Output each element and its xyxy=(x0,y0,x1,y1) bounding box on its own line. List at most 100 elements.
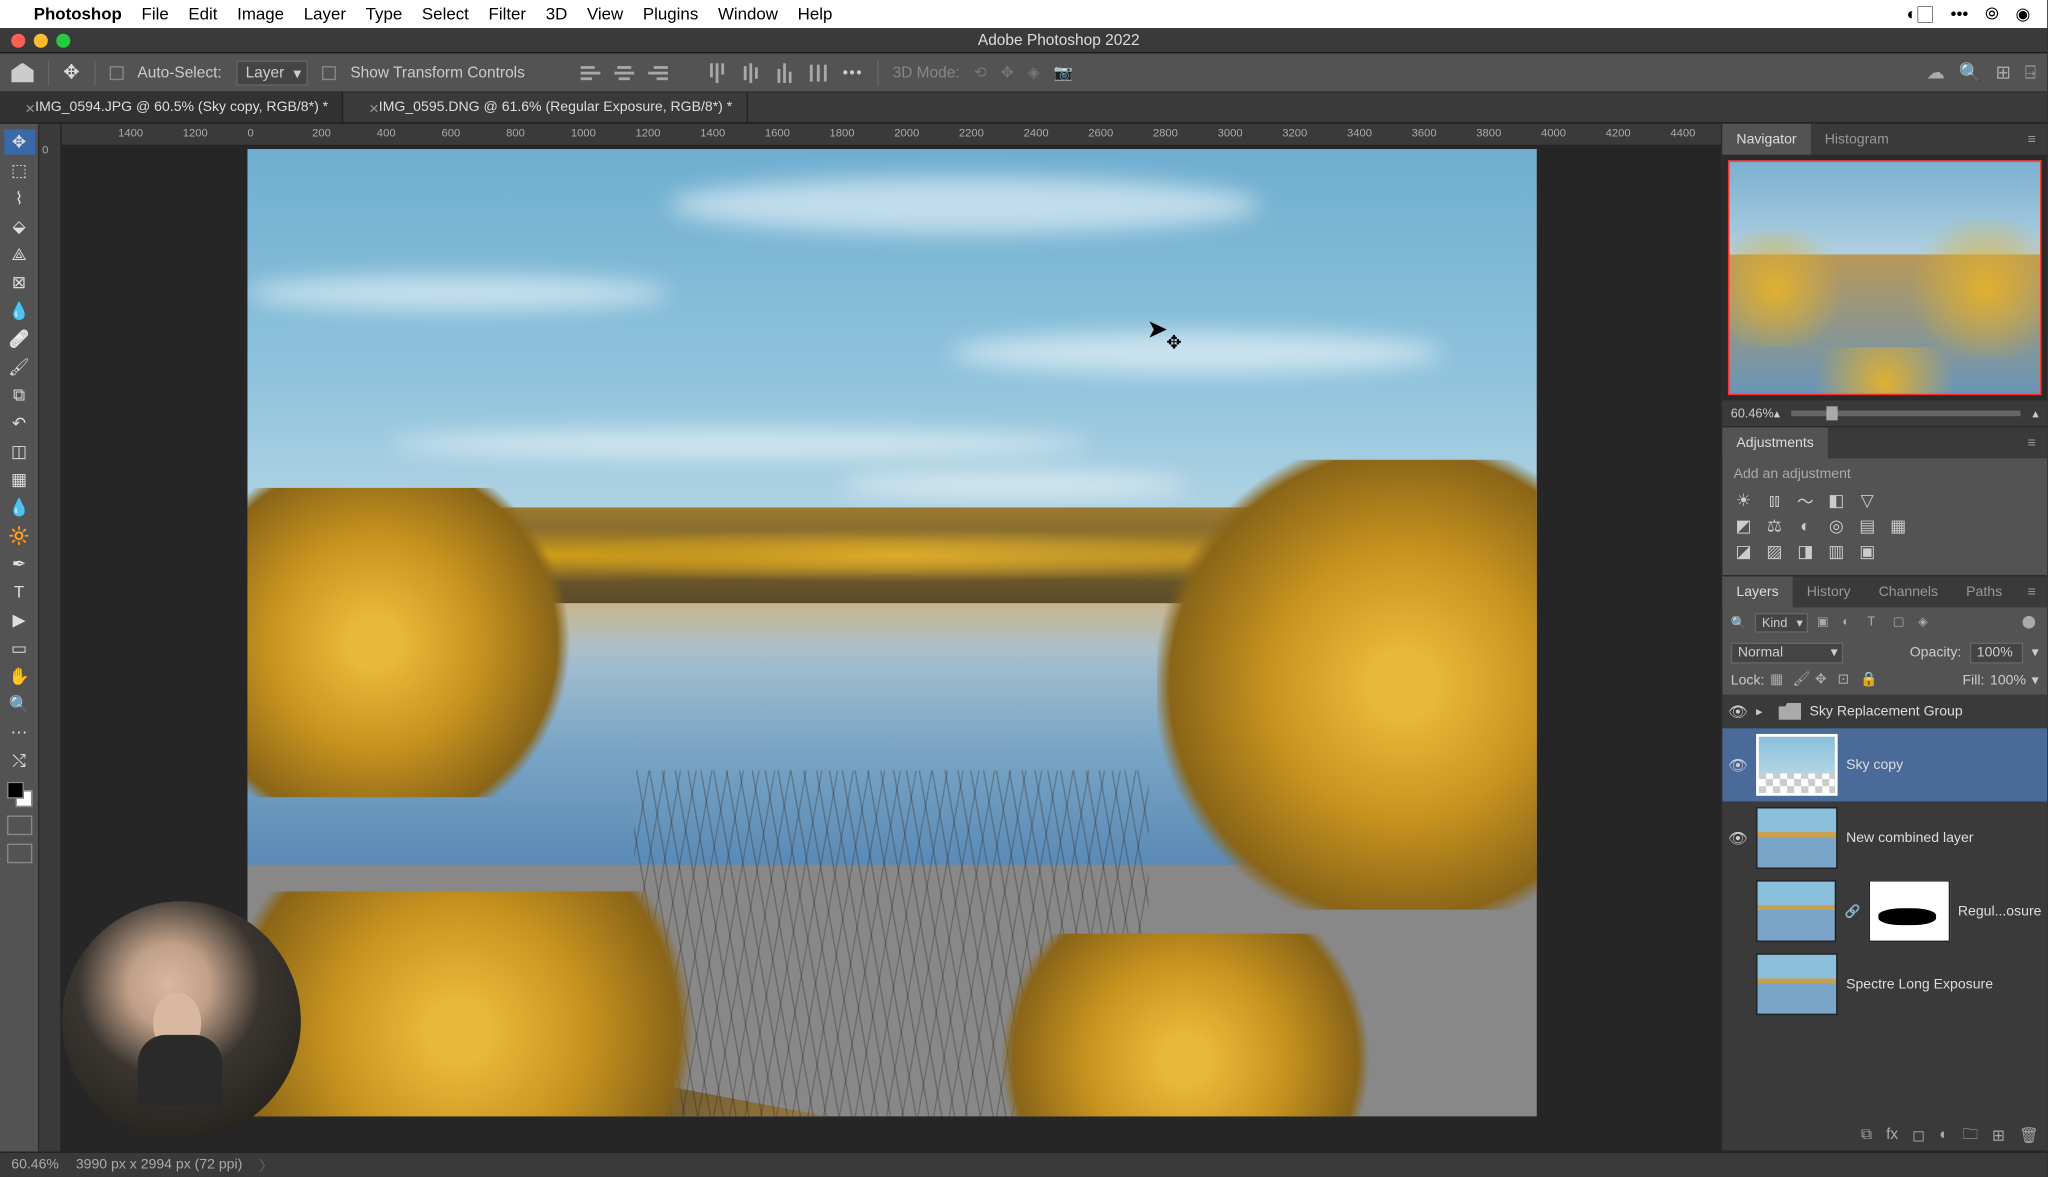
eyedropper-tool[interactable]: 💧 xyxy=(4,298,35,323)
status-flyout-icon[interactable]: 〉 xyxy=(259,1154,273,1175)
layer-sky-copy[interactable]: 👁 Sky copy xyxy=(1722,728,2047,801)
navigator-preview[interactable] xyxy=(1722,155,2047,401)
new-layer-icon[interactable]: ⊞ xyxy=(1992,1126,2005,1144)
new-group-icon[interactable]: 🗀 xyxy=(1963,1121,1978,1148)
cc-icon[interactable]: ◐ xyxy=(1907,4,1917,24)
workspace-icon[interactable]: ⊞ xyxy=(1996,61,2011,83)
gradient-tool[interactable]: ▦ xyxy=(4,467,35,492)
layer-thumbnail[interactable] xyxy=(1756,953,1838,1015)
search-icon[interactable]: 🔍 xyxy=(1959,61,1982,83)
link-layers-icon[interactable]: ⧉ xyxy=(1861,1126,1872,1144)
fill-flyout-icon[interactable]: ▾ xyxy=(2032,673,2039,688)
menu-window[interactable]: Window xyxy=(718,4,778,24)
zoom-in-icon[interactable]: ▴ xyxy=(2032,406,2038,421)
quick-mask-icon[interactable] xyxy=(6,815,31,835)
invert-icon[interactable]: ◪ xyxy=(1734,541,1754,561)
menu-filter[interactable]: Filter xyxy=(489,4,527,24)
menu-edit[interactable]: Edit xyxy=(188,4,217,24)
menu-help[interactable]: Help xyxy=(798,4,833,24)
object-select-tool[interactable]: ⬙ xyxy=(4,214,35,239)
photo-filter-icon[interactable]: ◎ xyxy=(1826,516,1846,536)
pen-tool[interactable]: ✒ xyxy=(4,551,35,576)
home-icon[interactable] xyxy=(11,63,33,83)
menu-3d[interactable]: 3D xyxy=(546,4,568,24)
filter-shape-icon[interactable]: ▢ xyxy=(1893,614,1910,631)
filter-type-icon[interactable]: T xyxy=(1867,614,1884,631)
layer-regular-exposure[interactable]: 👁 🔗 Regul...osure xyxy=(1722,875,2047,948)
align-bottom-icon[interactable] xyxy=(775,63,795,83)
vibrance-icon[interactable]: ▽ xyxy=(1857,491,1877,511)
threshold-icon[interactable]: ◨ xyxy=(1795,541,1815,561)
auto-select-checkbox[interactable] xyxy=(109,65,123,79)
opacity-value[interactable]: 100% xyxy=(1970,642,2023,663)
menu-view[interactable]: View xyxy=(587,4,623,24)
rectangle-tool[interactable]: ▭ xyxy=(4,636,35,661)
eraser-tool[interactable]: ◫ xyxy=(4,439,35,464)
tab-channels[interactable]: Channels xyxy=(1865,576,1953,607)
posterize-icon[interactable]: ▨ xyxy=(1765,541,1785,561)
tab-histogram[interactable]: Histogram xyxy=(1811,124,1903,155)
screen-mode-icon[interactable] xyxy=(6,844,31,864)
layer-group[interactable]: 👁 ▸ Sky Replacement Group xyxy=(1722,695,2047,729)
delete-layer-icon[interactable]: 🗑 xyxy=(2019,1126,2039,1144)
tab-navigator[interactable]: Navigator xyxy=(1722,124,1810,155)
layer-name[interactable]: Spectre Long Exposure xyxy=(1846,976,2041,991)
menu-select[interactable]: Select xyxy=(422,4,469,24)
layer-thumbnail[interactable] xyxy=(1756,734,1838,796)
layer-mask-icon[interactable]: ◻ xyxy=(1912,1126,1925,1144)
align-center-h-icon[interactable] xyxy=(615,63,635,83)
blur-tool[interactable]: 💧 xyxy=(4,495,35,520)
color-lookup-icon[interactable]: ▦ xyxy=(1888,516,1908,536)
path-select-tool[interactable]: ▶ xyxy=(4,607,35,632)
zoom-out-icon[interactable]: ▴ xyxy=(1774,406,1780,421)
panel-menu-icon[interactable]: ≡ xyxy=(2016,576,2047,607)
healing-brush-tool[interactable]: 🩹 xyxy=(4,326,35,351)
move-tool[interactable]: ✥ xyxy=(4,129,35,154)
layer-mask-thumbnail[interactable] xyxy=(1869,880,1949,942)
layer-name[interactable]: New combined layer xyxy=(1846,830,2041,845)
visibility-toggle-icon[interactable]: 👁 xyxy=(1728,829,1748,847)
close-tab-icon[interactable]: × xyxy=(369,98,379,118)
lock-transparency-icon[interactable]: ▦ xyxy=(1770,672,1787,689)
lock-all-icon[interactable]: 🔒 xyxy=(1860,672,1877,689)
visibility-toggle-icon[interactable]: 👁 xyxy=(1728,756,1748,774)
zoom-slider[interactable] xyxy=(1791,411,2021,417)
layer-filter-kind[interactable]: Kind xyxy=(1755,613,1808,633)
align-left-icon[interactable] xyxy=(581,63,601,83)
status-dimensions[interactable]: 3990 px x 2994 px (72 ppi) xyxy=(76,1157,243,1172)
canvas-viewport[interactable]: ➤ xyxy=(62,146,1721,1151)
tab-history[interactable]: History xyxy=(1793,576,1865,607)
close-window-button[interactable] xyxy=(11,33,25,47)
panel-menu-icon[interactable]: ≡ xyxy=(2016,427,2047,458)
crop-tool[interactable]: ⟁ xyxy=(4,242,35,267)
layer-style-icon[interactable]: fx xyxy=(1886,1126,1898,1143)
clone-stamp-tool[interactable]: ⧉ xyxy=(4,382,35,407)
control-center-icon[interactable]: ⦾ xyxy=(1985,4,1999,25)
blend-mode-dropdown[interactable]: Normal xyxy=(1731,642,1843,663)
canvas-image[interactable]: ➤ xyxy=(247,149,1536,1116)
black-white-icon[interactable]: ◐ xyxy=(1795,516,1815,536)
layer-name[interactable]: Sky copy xyxy=(1846,757,2041,772)
filter-adjust-icon[interactable]: ◐ xyxy=(1842,614,1859,631)
levels-icon[interactable]: ⫾⫾ xyxy=(1765,491,1785,511)
hue-sat-icon[interactable]: ◩ xyxy=(1734,516,1754,536)
filter-smart-icon[interactable]: ◈ xyxy=(1918,614,1935,631)
fullscreen-window-button[interactable] xyxy=(56,33,70,47)
filter-toggle-icon[interactable]: ⬤ xyxy=(2022,614,2039,631)
siri-icon[interactable]: ◉ xyxy=(2016,4,2031,24)
menu-plugins[interactable]: Plugins xyxy=(643,4,698,24)
menu-image[interactable]: Image xyxy=(237,4,284,24)
expand-arrow-icon[interactable]: ▸ xyxy=(1756,704,1770,719)
layer-thumbnail[interactable] xyxy=(1756,880,1836,942)
layer-thumbnail[interactable] xyxy=(1756,807,1838,869)
marquee-tool[interactable]: ⬚ xyxy=(4,157,35,182)
cloud-docs-icon[interactable]: ☁ xyxy=(1926,61,1944,83)
brush-tool[interactable]: 🖌 xyxy=(4,354,35,379)
layer-name[interactable]: Sky Replacement Group xyxy=(1810,704,2042,719)
distribute-icon[interactable] xyxy=(809,63,829,83)
hand-tool[interactable]: ✋ xyxy=(4,664,35,689)
menu-type[interactable]: Type xyxy=(366,4,403,24)
app-name[interactable]: Photoshop xyxy=(34,4,122,24)
color-balance-icon[interactable]: ⚖ xyxy=(1765,516,1785,536)
lock-position-icon[interactable]: ✥ xyxy=(1815,672,1832,689)
